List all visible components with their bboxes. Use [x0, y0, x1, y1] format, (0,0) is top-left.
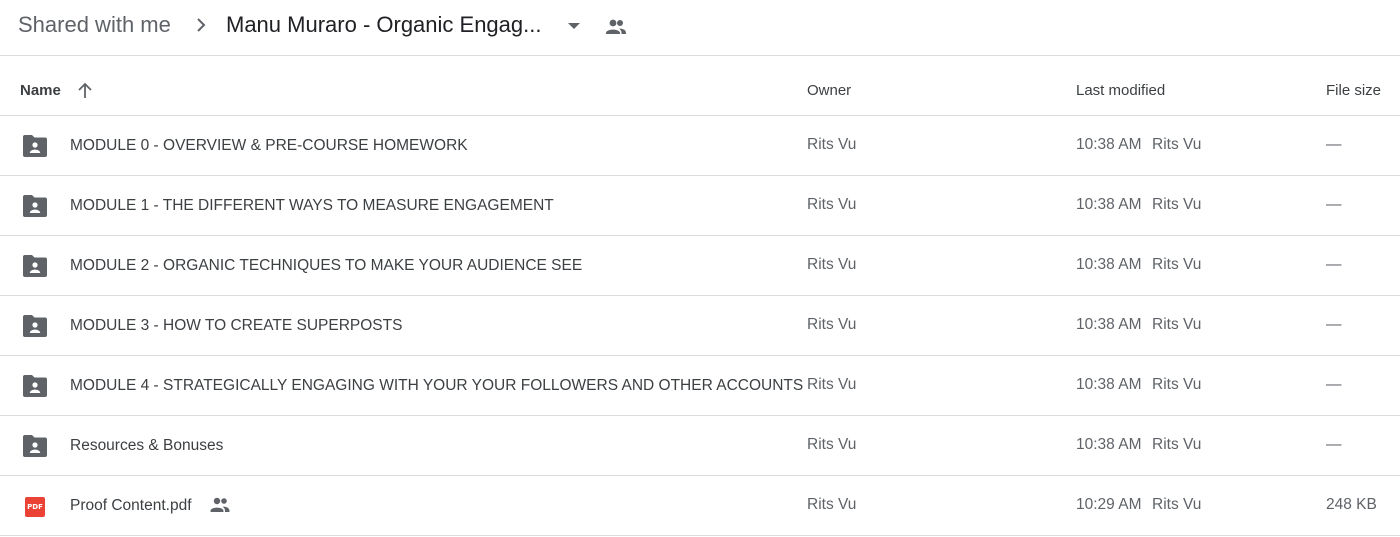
file-modified-by: Rits Vu — [1152, 376, 1202, 393]
file-row[interactable]: PDF Proof Content.pdf Rits Vu 10:29 AM R… — [0, 476, 1400, 536]
file-modified-time: 10:38 AM — [1076, 316, 1142, 333]
column-header-owner[interactable]: Owner — [807, 82, 851, 100]
file-size: — — [1326, 376, 1342, 393]
file-owner: Rits Vu — [807, 196, 857, 213]
file-modified-by: Rits Vu — [1152, 196, 1202, 213]
file-name: MODULE 4 - STRATEGICALLY ENGAGING WITH Y… — [70, 377, 804, 394]
shared-folder-icon — [23, 135, 47, 157]
file-size: 248 KB — [1326, 496, 1377, 513]
file-name: MODULE 1 - THE DIFFERENT WAYS TO MEASURE… — [70, 197, 554, 214]
file-modified-by: Rits Vu — [1152, 256, 1202, 273]
file-size: — — [1326, 316, 1342, 333]
breadcrumb: Shared with me Manu Muraro - Organic Eng… — [0, 0, 1400, 56]
column-header-row: Name Owner Last modified File size — [0, 56, 1400, 116]
breadcrumb-shared-with-me[interactable]: Shared with me — [18, 12, 171, 38]
file-modified-time: 10:38 AM — [1076, 136, 1142, 153]
file-modified-time: 10:38 AM — [1076, 196, 1142, 213]
file-modified-by: Rits Vu — [1152, 436, 1202, 453]
file-row[interactable]: MODULE 2 - ORGANIC TECHNIQUES TO MAKE YO… — [0, 236, 1400, 296]
file-modified-by: Rits Vu — [1152, 316, 1202, 333]
file-name: MODULE 0 - OVERVIEW & PRE-COURSE HOMEWOR… — [70, 137, 468, 154]
file-owner: Rits Vu — [807, 136, 857, 153]
file-size: — — [1326, 136, 1342, 153]
chevron-right-icon — [197, 18, 206, 32]
breadcrumb-current-folder[interactable]: Manu Muraro - Organic Engag... — [226, 12, 541, 38]
file-owner: Rits Vu — [807, 376, 857, 393]
file-name: Proof Content.pdf — [70, 497, 192, 514]
file-size: — — [1326, 436, 1342, 453]
arrow-drop-down-icon[interactable] — [565, 17, 583, 35]
column-header-last-modified[interactable]: Last modified — [1076, 82, 1165, 100]
file-row[interactable]: MODULE 1 - THE DIFFERENT WAYS TO MEASURE… — [0, 176, 1400, 236]
file-size: — — [1326, 196, 1342, 213]
file-size: — — [1326, 256, 1342, 273]
file-modified-time: 10:38 AM — [1076, 376, 1142, 393]
file-name: MODULE 3 - HOW TO CREATE SUPERPOSTS — [70, 317, 403, 334]
shared-folder-icon — [23, 435, 47, 457]
pdf-icon: PDF — [25, 497, 45, 517]
file-name: MODULE 2 - ORGANIC TECHNIQUES TO MAKE YO… — [70, 257, 583, 274]
people-icon — [606, 19, 626, 34]
shared-folder-icon — [23, 315, 47, 337]
file-owner: Rits Vu — [807, 256, 857, 273]
shared-folder-icon — [23, 255, 47, 277]
file-owner: Rits Vu — [807, 316, 857, 333]
arrow-upward-icon[interactable] — [76, 81, 94, 101]
file-modified-time: 10:29 AM — [1076, 496, 1142, 513]
shared-folder-icon — [23, 195, 47, 217]
file-row[interactable]: MODULE 3 - HOW TO CREATE SUPERPOSTS Rits… — [0, 296, 1400, 356]
file-modified-by: Rits Vu — [1152, 496, 1202, 513]
file-row[interactable]: MODULE 0 - OVERVIEW & PRE-COURSE HOMEWOR… — [0, 116, 1400, 176]
file-row[interactable]: Resources & Bonuses Rits Vu 10:38 AM Rit… — [0, 416, 1400, 476]
shared-folder-icon — [23, 375, 47, 397]
people-icon — [210, 497, 230, 512]
file-owner: Rits Vu — [807, 496, 857, 513]
column-header-file-size[interactable]: File size — [1326, 82, 1381, 100]
file-modified-time: 10:38 AM — [1076, 256, 1142, 273]
file-modified-by: Rits Vu — [1152, 136, 1202, 153]
file-modified-time: 10:38 AM — [1076, 436, 1142, 453]
file-name: Resources & Bonuses — [70, 437, 224, 454]
file-owner: Rits Vu — [807, 436, 857, 453]
file-row[interactable]: MODULE 4 - STRATEGICALLY ENGAGING WITH Y… — [0, 356, 1400, 416]
file-list: MODULE 0 - OVERVIEW & PRE-COURSE HOMEWOR… — [0, 116, 1400, 536]
column-header-name[interactable]: Name — [20, 82, 61, 100]
